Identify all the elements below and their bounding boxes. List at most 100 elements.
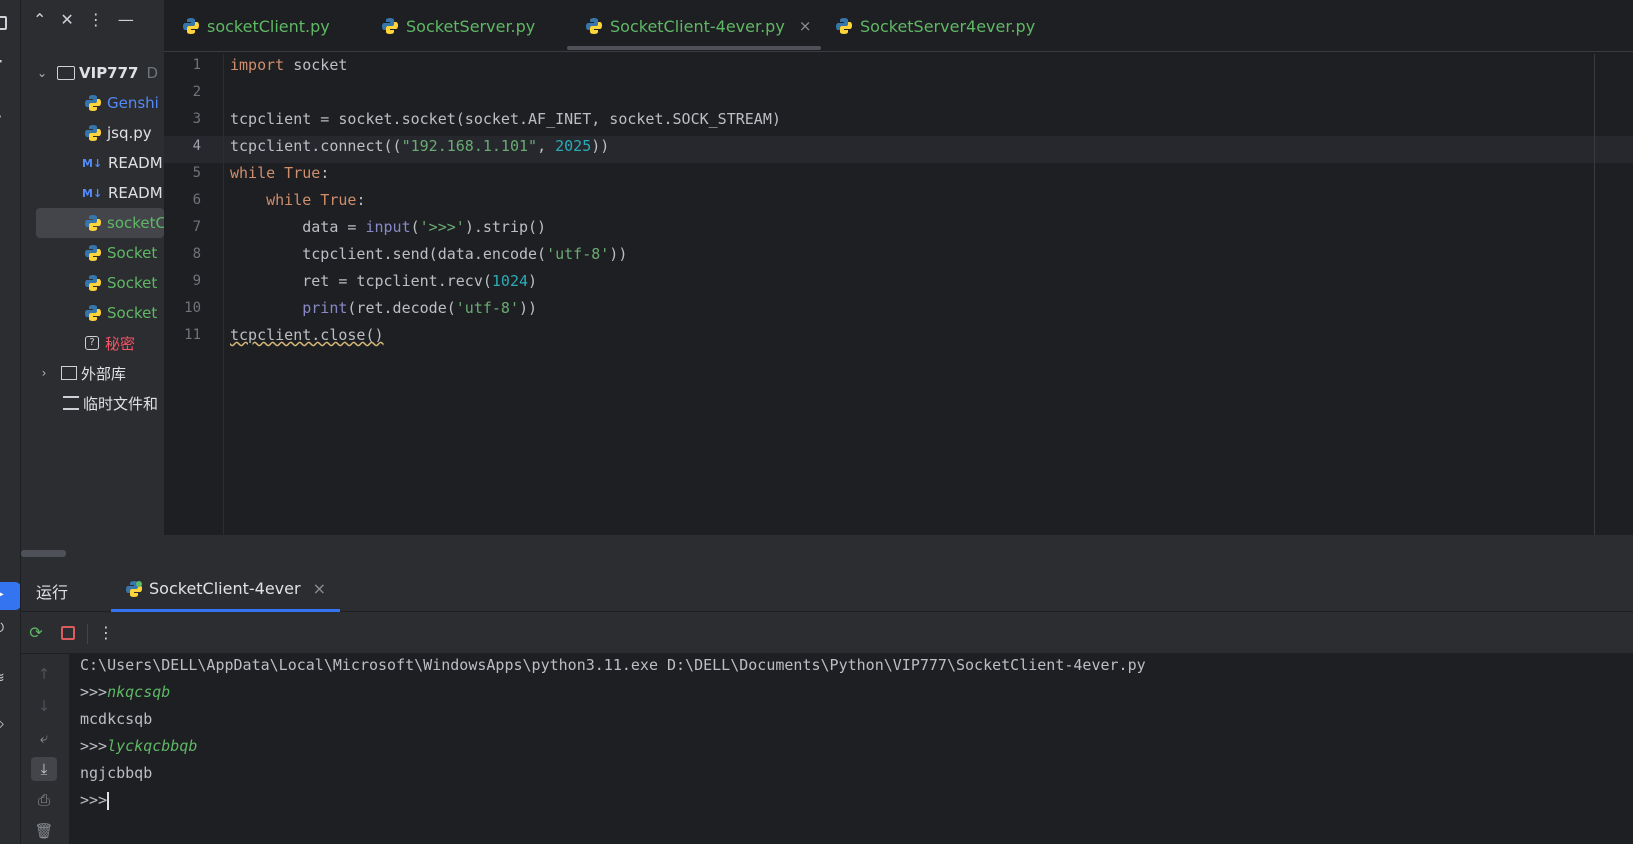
project-tool-icon[interactable] [0,12,20,40]
scratches-label: 临时文件和 [83,394,159,413]
tree-scratches[interactable]: 临时文件和 [21,388,164,418]
more-options-icon[interactable]: ⋮ [95,622,117,644]
line-number: 6 [192,192,201,208]
line-number: 1 [192,57,201,73]
tree-file[interactable]: Socket [21,268,164,298]
console-line: ngjcbbqb [80,764,153,782]
bookmarks-tool-icon[interactable]: ◦ [0,172,20,200]
tree-file[interactable]: Genshi [21,88,164,118]
python-file-icon [382,18,398,34]
tab-label: socketClient.py [207,16,330,36]
up-arrow-icon[interactable]: ↑ [31,662,57,686]
collapse-all-icon[interactable]: ✕ [60,10,73,29]
options-icon[interactable]: ⋮ [88,10,104,29]
stop-button[interactable] [57,622,79,644]
services-tool-icon[interactable]: ⏻ [0,616,20,644]
rerun-icon[interactable]: ⟳ [25,622,47,644]
problems-tool-icon[interactable]: ◇ [0,712,20,740]
structure-tool-icon[interactable]: ♪ [0,108,20,136]
code-line: tcpclient.close() [230,326,384,344]
python-file-icon [85,275,101,291]
code-editor[interactable]: import socket tcpclient = socket.socket(… [230,54,1630,535]
activity-bar: ━ ♪ ◦ • ▶ ⏻ ≋ ◇ ▯ [0,0,21,844]
code-line: tcpclient = socket.socket(socket.AF_INET… [230,110,781,128]
line-number: 2 [192,84,201,100]
code-line: data = input('>>>').strip() [230,218,547,236]
root-folder-path: D [146,64,159,82]
run-tool-window: 运行 SocketClient-4ever × ⟳ ⋮ ↑ ↓ ⤶ ⤓ ⎙ 🗑 … [21,565,1633,844]
scroll-to-end-icon[interactable]: ⤓ [31,757,57,781]
tree-file[interactable]: ? 秘密 [21,328,164,358]
tab-socketclient-4ever[interactable]: SocketClient-4ever.py × [567,0,822,52]
terminal-tool-icon[interactable]: ▯ [0,762,20,790]
tab-socketserver4ever[interactable]: SocketServer4ever.py [835,0,1035,52]
tab-label: SocketClient-4ever.py [610,16,785,36]
console-line: >>>nkqcsqb [80,683,171,701]
tree-file[interactable]: M↓ READM [21,148,164,178]
close-icon[interactable]: × [799,17,812,35]
active-tab-indicator [567,46,822,50]
code-line: tcpclient.send(data.encode('utf-8')) [230,245,628,263]
tree-file[interactable]: Socket [21,238,164,268]
file-name: Socket [107,244,158,262]
tree-root-folder[interactable]: ⌄ VIP777 D [21,58,164,88]
chevron-down-icon[interactable]: ⌄ [35,66,49,80]
tab-socketclient[interactable]: socketClient.py [182,0,330,52]
python-file-icon [836,18,852,34]
tree-file-selected[interactable]: socketC [36,208,164,238]
toolbar-divider [87,624,88,644]
chevron-right-icon[interactable]: › [37,366,51,380]
project-panel: ⌃ ✕ ⋮ — ⌄ VIP777 D Genshi jsq.py M↓ READ… [21,0,164,565]
tree-file[interactable]: Socket [21,298,164,328]
console-output[interactable]: C:\Users\DELL\AppData\Local\Microsoft\Wi… [80,654,1630,844]
line-number-gutter[interactable]: 1 2 3 4 5 6 7 8 9 10 11 [164,54,224,535]
run-config-tab[interactable]: SocketClient-4ever × [111,565,340,612]
file-name: READM [108,154,163,172]
editor-area: socketClient.py SocketServer.py SocketCl… [164,0,1633,535]
commit-tool-icon[interactable]: ━ [0,50,20,78]
python-file-icon [85,245,101,261]
code-line: while True: [230,164,330,182]
root-folder-name: VIP777 [79,64,139,82]
stop-icon [61,626,75,640]
console-input-line[interactable]: >>> [80,787,110,814]
line-number: 9 [192,273,201,289]
tree-file[interactable]: M↓ READM [21,178,164,208]
unknown-file-icon: ? [85,336,99,350]
console-line: mcdkcsqb [80,710,153,728]
line-number: 5 [192,165,201,181]
code-line: while True: [266,191,366,209]
close-icon[interactable]: × [313,579,326,598]
library-icon [61,366,77,380]
external-libraries-label: 外部库 [81,364,127,383]
folder-icon [57,66,75,80]
code-line: ret = tcpclient.recv(1024) [230,272,538,290]
tab-socketserver[interactable]: SocketServer.py [381,0,535,52]
tree-external-libraries[interactable]: › 外部库 [21,358,164,388]
project-tree: ⌄ VIP777 D Genshi jsq.py M↓ READM M↓ REA… [21,58,164,418]
python-file-icon [586,18,602,34]
print-icon[interactable]: ⎙ [31,788,57,812]
tree-file[interactable]: jsq.py [21,118,164,148]
layers-tool-icon[interactable]: ≋ [0,666,20,694]
line-number: 3 [192,111,201,127]
line-number: 11 [184,327,201,343]
horizontal-scrollbar[interactable] [21,550,66,557]
soft-wrap-icon[interactable]: ⤶ [31,726,57,750]
file-name: jsq.py [107,124,152,142]
text-caret [107,791,110,810]
run-tool-icon[interactable]: ▶ [0,582,20,610]
more-tools-icon[interactable]: • [0,218,20,246]
trash-icon[interactable]: 🗑 [31,819,57,843]
expand-all-icon[interactable]: ⌃ [33,10,46,29]
run-header: 运行 SocketClient-4ever × [21,565,1633,612]
markdown-file-icon: M↓ [82,186,103,200]
code-line: print(ret.decode('utf-8')) [302,299,538,317]
hide-panel-icon[interactable]: — [118,10,134,29]
python-file-icon [85,215,101,231]
file-name: Genshi [107,94,159,112]
project-toolbar: ⌃ ✕ ⋮ — [33,10,134,29]
down-arrow-icon[interactable]: ↓ [31,694,57,718]
right-margin-guide [1594,54,1595,535]
file-name: Socket [107,274,158,292]
